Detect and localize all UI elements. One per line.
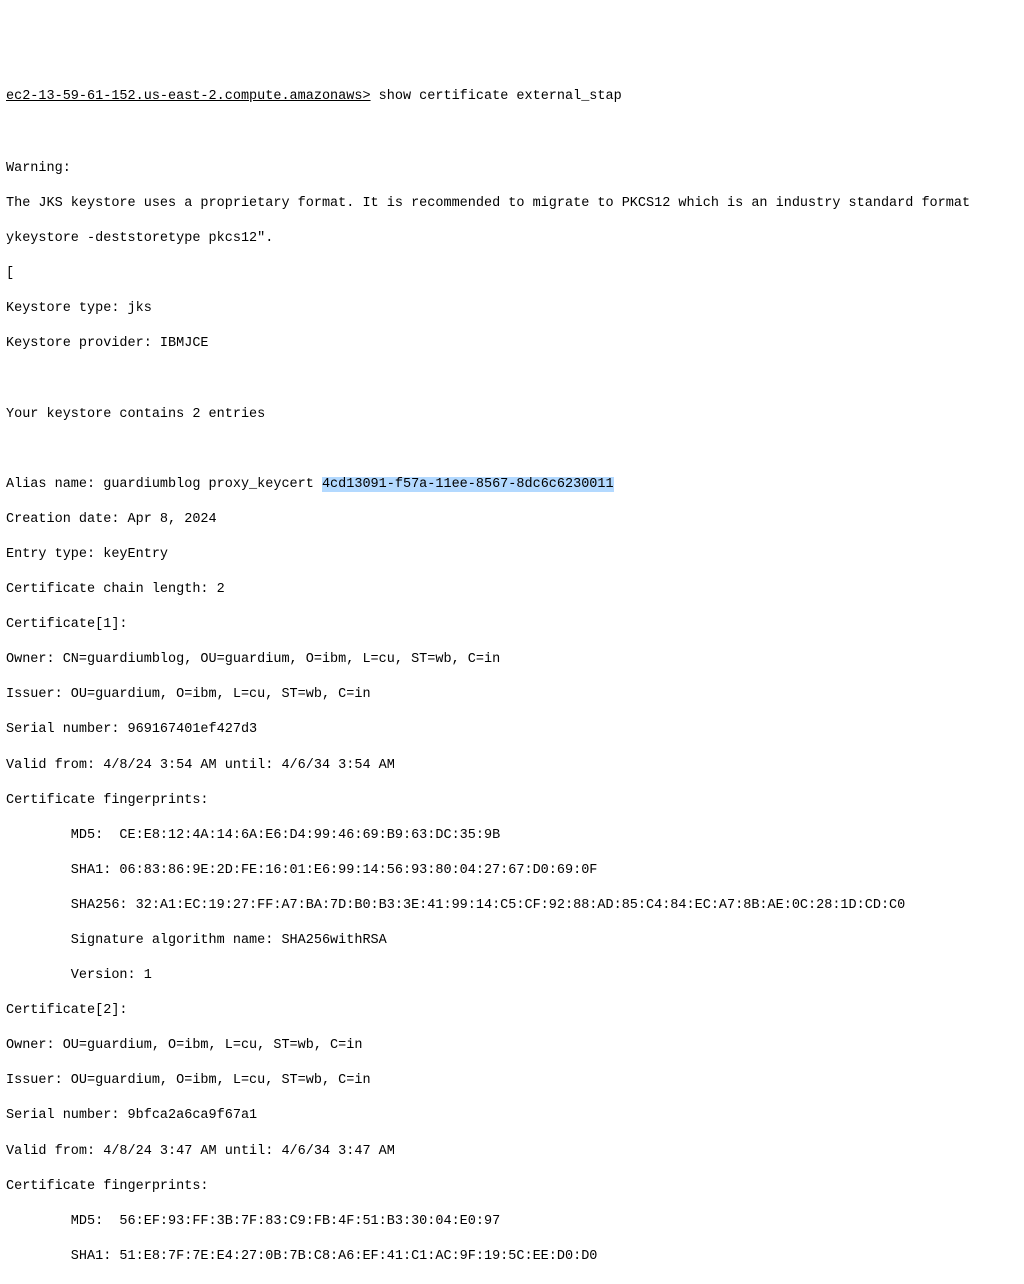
cert2-serial: Serial number: 9bfca2a6ca9f67a1 xyxy=(6,1107,1018,1125)
blank-line xyxy=(6,441,1018,459)
terminal-output[interactable]: ec2-13-59-61-152.us-east-2.compute.amazo… xyxy=(0,70,1024,1284)
keystore-type: Keystore type: jks xyxy=(6,300,1018,318)
warning-label: Warning: xyxy=(6,160,1018,178)
cert2-md5: MD5: 56:EF:93:FF:3B:7F:83:C9:FB:4F:51:B3… xyxy=(6,1213,1018,1231)
blank-line xyxy=(6,125,1018,143)
warning-text: The JKS keystore uses a proprietary form… xyxy=(6,195,1018,213)
entry-type: Entry type: keyEntry xyxy=(6,546,1018,564)
cert2-issuer: Issuer: OU=guardium, O=ibm, L=cu, ST=wb,… xyxy=(6,1072,1018,1090)
cert2-owner: Owner: OU=guardium, O=ibm, L=cu, ST=wb, … xyxy=(6,1037,1018,1055)
cert1-owner: Owner: CN=guardiumblog, OU=guardium, O=i… xyxy=(6,651,1018,669)
creation-date: Creation date: Apr 8, 2024 xyxy=(6,511,1018,529)
alias-uuid-highlighted: 4cd13091-f57a-11ee-8567-8dc6c6230011 xyxy=(322,477,614,492)
cert1-sha1: SHA1: 06:83:86:9E:2D:FE:16:01:E6:99:14:5… xyxy=(6,862,1018,880)
cert1-sigalg: Signature algorithm name: SHA256withRSA xyxy=(6,932,1018,950)
cert2-sha256: SHA256: 42:CA:E7:90:08:A3:61:BC:30:ED:99… xyxy=(6,1283,1018,1284)
bracket-line: [ xyxy=(6,265,1018,283)
alias-name-line: Alias name: guardiumblog proxy_keycert 4… xyxy=(6,476,1018,494)
keystore-provider: Keystore provider: IBMJCE xyxy=(6,335,1018,353)
fingerprints-label: Certificate fingerprints: xyxy=(6,792,1018,810)
cert1-serial: Serial number: 969167401ef427d3 xyxy=(6,721,1018,739)
cert2-header: Certificate[2]: xyxy=(6,1002,1018,1020)
alias-prefix: Alias name: guardiumblog proxy_keycert xyxy=(6,477,322,492)
cert1-header: Certificate[1]: xyxy=(6,616,1018,634)
cert2-valid: Valid from: 4/8/24 3:47 AM until: 4/6/34… xyxy=(6,1143,1018,1161)
cert1-issuer: Issuer: OU=guardium, O=ibm, L=cu, ST=wb,… xyxy=(6,686,1018,704)
shell-prompt: ec2-13-59-61-152.us-east-2.compute.amazo… xyxy=(6,89,371,104)
chain-length: Certificate chain length: 2 xyxy=(6,581,1018,599)
command-text: show certificate external_stap xyxy=(379,89,622,104)
cert1-sha256: SHA256: 32:A1:EC:19:27:FF:A7:BA:7D:B0:B3… xyxy=(6,897,1018,915)
cert1-version: Version: 1 xyxy=(6,967,1018,985)
cert1-md5: MD5: CE:E8:12:4A:14:6A:E6:D4:99:46:69:B9… xyxy=(6,827,1018,845)
blank-line xyxy=(6,370,1018,388)
cert1-valid: Valid from: 4/8/24 3:54 AM until: 4/6/34… xyxy=(6,757,1018,775)
entries-count: Your keystore contains 2 entries xyxy=(6,406,1018,424)
prompt-line: ec2-13-59-61-152.us-east-2.compute.amazo… xyxy=(6,88,1018,106)
fingerprints-label: Certificate fingerprints: xyxy=(6,1178,1018,1196)
cert2-sha1: SHA1: 51:E8:7F:7E:E4:27:0B:7B:C8:A6:EF:4… xyxy=(6,1248,1018,1266)
warning-text-2: ykeystore -deststoretype pkcs12". xyxy=(6,230,1018,248)
